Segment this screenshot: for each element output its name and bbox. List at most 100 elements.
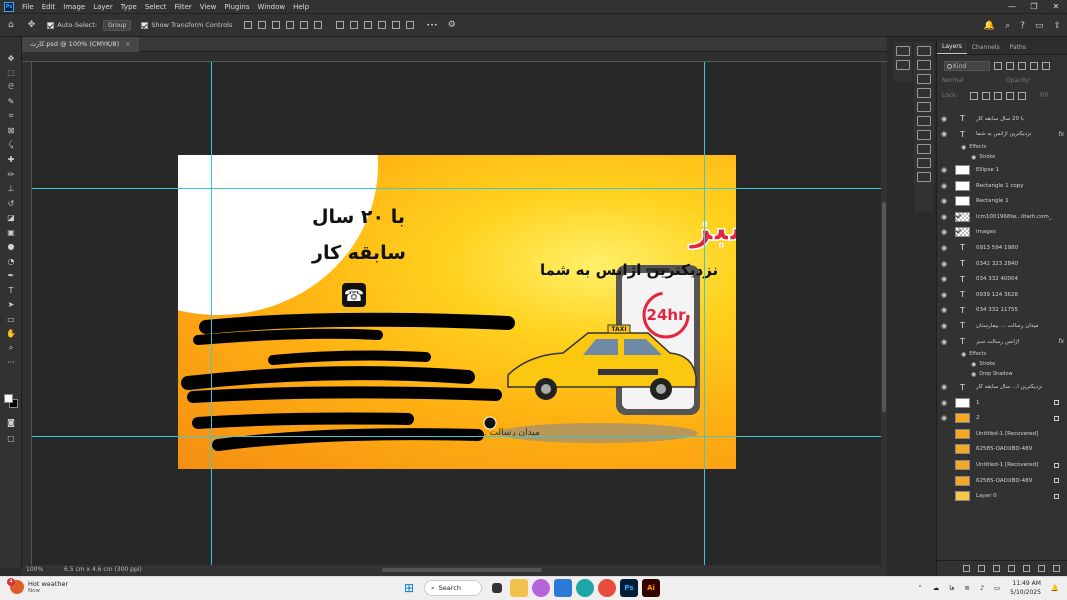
tab-channels[interactable]: Channels [967,41,1005,54]
layer-row[interactable]: 62585-OADXBD-489 [937,473,1067,489]
filter-smart-icon[interactable] [1042,61,1050,70]
eye-icon[interactable]: ◉ [937,291,951,299]
new-adjustment-icon[interactable] [1008,565,1015,572]
photos-icon[interactable] [554,579,572,597]
wifi-icon[interactable]: ≋ [964,584,969,592]
restore-button[interactable]: ❐ [1023,0,1045,13]
eye-icon[interactable]: ◉ [937,275,951,283]
photoshop-logo-icon[interactable]: Ps [4,1,14,12]
screen-mode-icon[interactable]: ▢ [0,431,22,446]
gear-icon[interactable]: ⚙ [448,20,456,30]
new-layer-icon[interactable] [1038,565,1045,572]
history-brush-icon[interactable]: ↺ [0,196,22,211]
filter-shape-icon[interactable] [1030,61,1038,70]
lock-pixels-icon[interactable] [982,91,990,100]
edge-icon[interactable] [576,579,594,597]
guide-vertical-1[interactable] [211,62,212,565]
layer-row[interactable]: ◉ lcm1001968lw...iltarh.com_ [937,209,1067,225]
quick-select-tool-icon[interactable]: ✎ [0,95,22,110]
notifications-icon[interactable]: 🔔 [984,21,995,31]
home-icon[interactable]: ⌂ [8,20,14,30]
eyedropper-tool-icon[interactable]: ⤹ [0,138,22,153]
edit-toolbar-icon[interactable]: ··· [0,356,22,371]
eye-icon[interactable]: ◉ [937,197,951,205]
history-panel-icon[interactable] [896,46,910,56]
distribute-right-icon[interactable] [406,21,415,29]
layer-row[interactable]: ◉ T 034 332 40004 [937,271,1067,287]
show-transform-checkbox[interactable]: Show Transform Controls [141,21,232,29]
blur-tool-icon[interactable]: ● [0,240,22,255]
layer-row[interactable]: ◉ 2 [937,411,1067,427]
notification-bell-icon[interactable]: 🔔 [1051,584,1059,592]
dodge-tool-icon[interactable]: ◔ [0,254,22,269]
align-right-icon[interactable] [272,21,281,29]
eye-icon[interactable]: ◉ [937,130,951,138]
path-select-tool-icon[interactable]: ➤ [0,298,22,313]
document-tab[interactable]: کارت.psd @ 100% (CMYK/8) × [22,37,139,52]
menu-layer[interactable]: Layer [89,3,117,11]
eye-icon[interactable]: ◉ [937,166,951,174]
eye-icon[interactable]: ◉ [961,351,966,358]
canvas-area[interactable]: 24hr TAXI ☎ آژانس رسالت سبز نزدیکترین اژ… [32,62,881,565]
distribute-center-icon[interactable] [392,21,401,29]
close-tab-icon[interactable]: × [125,37,130,52]
menu-select[interactable]: Select [141,3,171,11]
marquee-tool-icon[interactable]: ⬚ [0,66,22,81]
layer-row[interactable]: ◉ T با 20 سال سابقه کار [937,111,1067,127]
layer-effect-row[interactable]: ◉ Drop Shadow [937,369,1067,379]
pen-tool-icon[interactable]: ✒ [0,269,22,284]
delete-layer-icon[interactable] [1053,565,1060,572]
menu-plugins[interactable]: Plugins [220,3,253,11]
align-top-icon[interactable] [286,21,295,29]
lasso-tool-icon[interactable]: ᘓ [0,80,22,95]
move-tool-icon[interactable]: ✥ [0,51,22,66]
photoshop-taskbar-icon[interactable]: Ps [620,579,638,597]
properties-panel-icon[interactable] [917,116,931,126]
filter-pixel-icon[interactable] [994,61,1002,70]
paragraph-panel-icon[interactable] [917,172,931,182]
chrome-icon[interactable] [598,579,616,597]
tray-chevron-icon[interactable]: ⌃ [917,584,922,592]
align-left-icon[interactable] [244,21,253,29]
lock-artboard-icon[interactable] [1006,91,1014,100]
cloud-icon[interactable]: ☁ [933,584,940,592]
add-style-icon[interactable] [978,565,985,572]
eye-icon[interactable]: ◉ [937,260,951,268]
layer-effect-row[interactable]: ◉ Effects [937,142,1067,152]
opacity-label[interactable]: Opacity: [1006,77,1031,84]
comments-panel-icon[interactable] [896,60,910,70]
volume-icon[interactable]: ♪ [980,584,984,592]
eye-icon[interactable]: ◉ [937,383,951,391]
shape-tool-icon[interactable]: ▭ [0,312,22,327]
layer-row[interactable]: ◉ T 0939 124 3628 [937,287,1067,303]
eye-icon[interactable]: ◉ [937,414,951,422]
close-button[interactable]: ✕ [1045,0,1067,13]
filter-adjustment-icon[interactable] [1006,61,1014,70]
eye-icon[interactable]: ◉ [937,399,951,407]
tab-layers[interactable]: Layers [937,40,967,54]
minimize-button[interactable]: — [1001,0,1023,13]
eye-icon[interactable]: ◉ [971,371,976,378]
learn-panel-icon[interactable] [917,46,931,56]
menu-view[interactable]: View [196,3,221,11]
more-options-button[interactable]: ••• [426,21,438,29]
illustrator-taskbar-icon[interactable]: Ai [642,579,660,597]
character-panel-icon[interactable] [917,158,931,168]
layer-row[interactable]: ◉ Rectangle 1 [937,193,1067,209]
foreground-color-swatch[interactable] [4,394,13,403]
eraser-tool-icon[interactable]: ◪ [0,211,22,226]
taskbar-search[interactable]: ⌕ Search [424,580,482,596]
layer-row[interactable]: Untitled-1 [Recovered] [937,457,1067,473]
fx-icon[interactable]: fx [1058,131,1064,138]
frame-tool-icon[interactable]: ⊠ [0,124,22,139]
layer-effect-row[interactable]: ◉ Stroke [937,359,1067,369]
menu-edit[interactable]: Edit [38,3,60,11]
guide-vertical-2[interactable] [704,62,705,565]
layer-row[interactable]: Layer 0 [937,488,1067,504]
healing-tool-icon[interactable]: ✚ [0,153,22,168]
layer-row[interactable]: ◉ T نزدیکترین ا... سال سابقه کار [937,379,1067,395]
layer-effect-row[interactable]: ◉ Stroke [937,152,1067,162]
auto-select-checkbox[interactable]: Auto-Select: [47,21,97,29]
taskbar-clock[interactable]: 11:49 AM 5/10/2025 [1010,579,1041,597]
lock-all-icon[interactable] [1018,91,1026,100]
